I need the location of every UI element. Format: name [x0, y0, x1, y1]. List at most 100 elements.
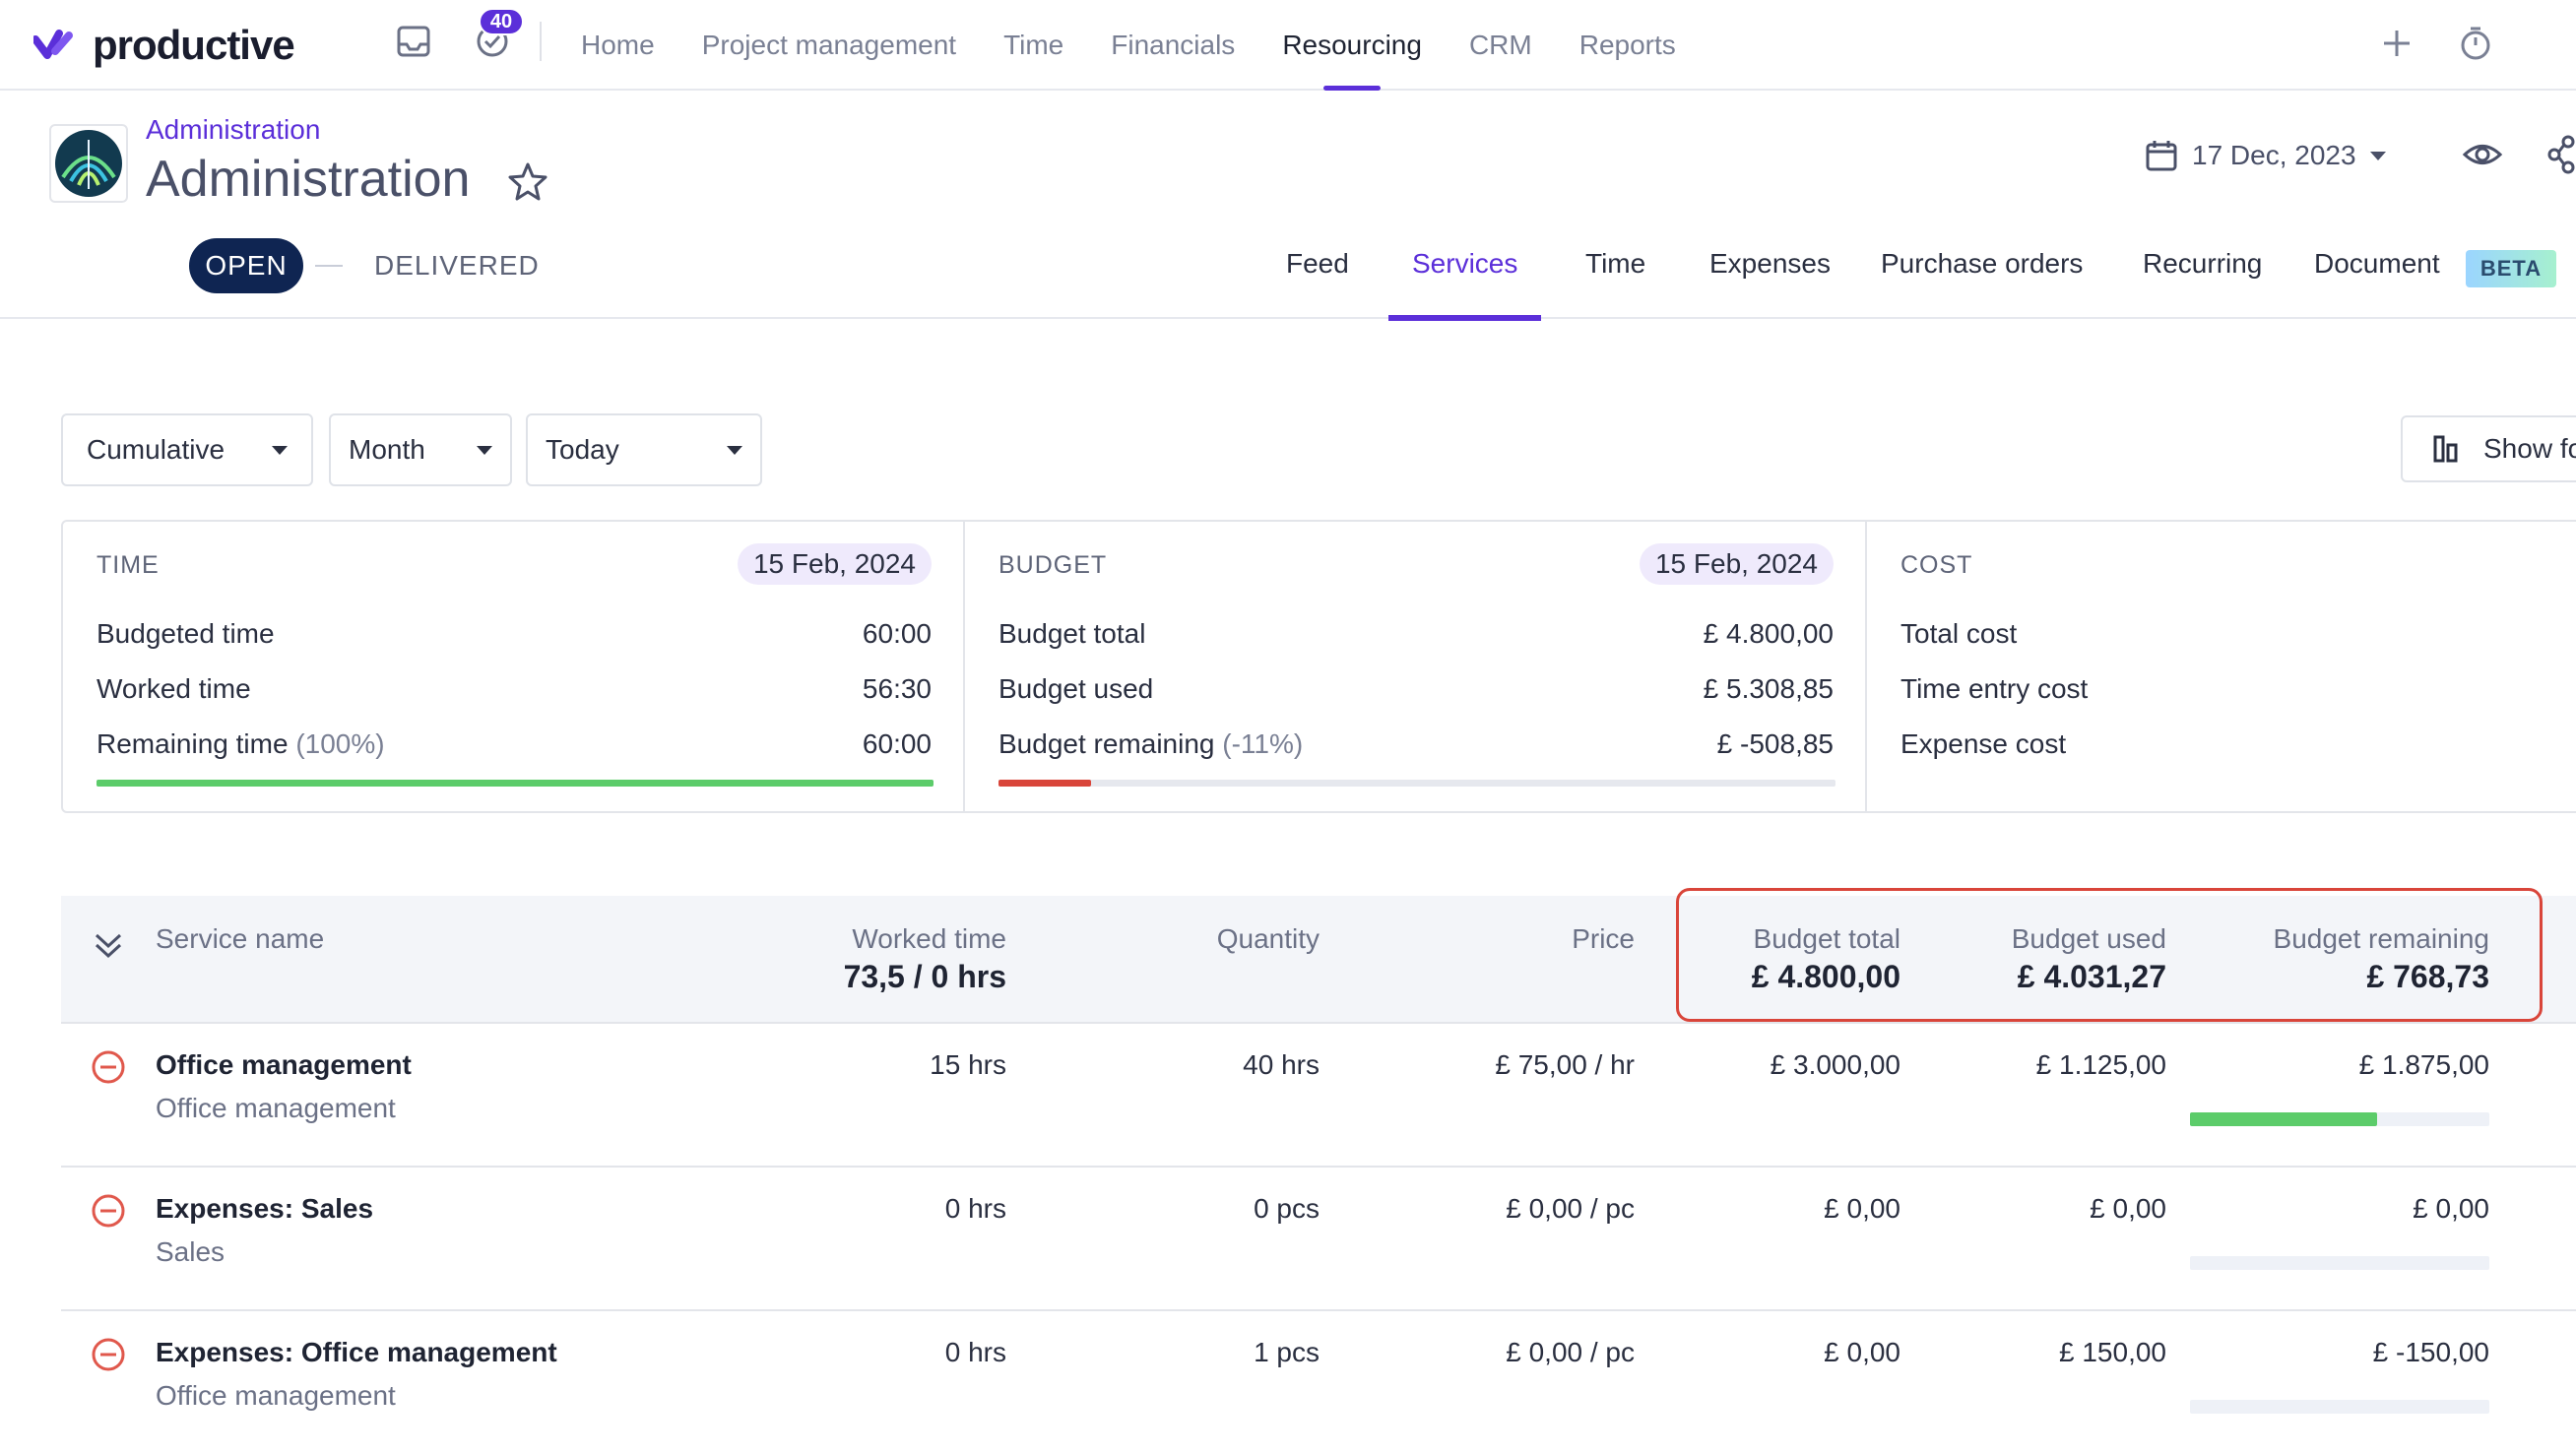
add-icon[interactable]: [2373, 20, 2420, 67]
show-forecast-button[interactable]: Show fo: [2401, 415, 2576, 482]
column-service-name[interactable]: Service name: [156, 923, 324, 955]
time-entry-cost-label: Time entry cost: [1900, 673, 2089, 704]
budget-total-cell: £ 0,00: [1824, 1337, 1900, 1367]
budget-progress-fill: [998, 780, 1091, 787]
budget-card-date[interactable]: 15 Feb, 2024: [1639, 543, 1834, 585]
nav-link-time[interactable]: Time: [1003, 0, 1063, 91]
remaining-time-percent: (100%): [295, 728, 385, 759]
date-dropdown-value: Today: [546, 434, 619, 465]
worked-time-cell: 15 hrs: [930, 1049, 1006, 1080]
period-dropdown-value: Month: [349, 434, 425, 465]
service-category: Sales: [156, 1236, 225, 1267]
share-icon[interactable]: [2546, 134, 2576, 177]
budget-remaining-cell: £ -150,00: [2372, 1337, 2489, 1367]
main-nav: Home Project management Time Financials …: [581, 0, 1723, 91]
quantity-cell: 40 hrs: [1243, 1049, 1320, 1080]
remaining-time-value: 60:00: [862, 728, 932, 759]
tab-feed[interactable]: Feed: [1286, 248, 1349, 319]
service-category: Office management: [156, 1093, 396, 1123]
nav-link-resourcing[interactable]: Resourcing: [1282, 0, 1422, 91]
budget-used-value: £ 5.308,85: [1703, 673, 1834, 704]
productive-logo[interactable]: productive: [33, 18, 295, 73]
remaining-time-label-text: Remaining time: [97, 728, 289, 759]
budget-columns-highlight: [1676, 888, 2543, 1022]
collapse-all-icon[interactable]: [91, 927, 126, 963]
tab-purchase-orders[interactable]: Purchase orders: [1881, 248, 2083, 319]
expense-cost-label: Expense cost: [1900, 728, 2067, 759]
service-name[interactable]: Office management: [156, 1049, 412, 1081]
date-dropdown[interactable]: Today: [526, 413, 762, 486]
tab-recurring[interactable]: Recurring: [2143, 248, 2262, 319]
remove-service-icon[interactable]: [91, 1049, 126, 1085]
project-avatar[interactable]: [49, 124, 128, 203]
table-row[interactable]: Expenses: Sales Sales 0 hrs 0 pcs £ 0,00…: [61, 1168, 2576, 1311]
cost-card: COST 15 Total cost Time entry cost Expen…: [1867, 522, 2576, 811]
price-cell: £ 75,00 / hr: [1495, 1049, 1635, 1080]
nav-link-home[interactable]: Home: [581, 0, 655, 91]
budget-remaining-bar: [2190, 1400, 2489, 1414]
tab-time[interactable]: Time: [1585, 248, 1645, 319]
eye-icon[interactable]: [2462, 134, 2507, 177]
price-cell: £ 0,00 / pc: [1506, 1193, 1635, 1224]
budget-remaining-value: £ -508,85: [1716, 728, 1834, 759]
nav-link-financials[interactable]: Financials: [1111, 0, 1235, 91]
column-quantity[interactable]: Quantity: [1217, 923, 1320, 955]
chevron-down-icon: [2369, 151, 2386, 160]
tab-document[interactable]: Document: [2314, 248, 2440, 319]
notifications-badge[interactable]: 40: [479, 8, 524, 35]
column-worked-time[interactable]: Worked time: [852, 923, 1006, 955]
brand-name: productive: [93, 22, 295, 68]
cost-card-title: COST: [1900, 551, 1973, 579]
budget-total-value: £ 4.800,00: [1703, 618, 1834, 649]
worked-time-cell: 0 hrs: [944, 1337, 1006, 1367]
cumulative-dropdown[interactable]: Cumulative: [61, 413, 313, 486]
table-row[interactable]: Expenses: Office management Office manag…: [61, 1311, 2576, 1453]
nav-link-project-management[interactable]: Project management: [702, 0, 956, 91]
budget-remaining-cell: £ 0,00: [2413, 1193, 2489, 1224]
remove-service-icon[interactable]: [91, 1337, 126, 1372]
chevron-down-icon: [727, 445, 742, 455]
inbox-icon[interactable]: [392, 20, 435, 63]
project-logo-icon: [55, 130, 122, 197]
time-card-title: TIME: [97, 551, 160, 579]
tab-services[interactable]: Services: [1387, 248, 1542, 321]
budget-progress-bar: [998, 780, 1835, 787]
chevron-down-icon: [477, 445, 492, 455]
columns-icon: [2433, 435, 2458, 463]
calendar-icon: [2146, 141, 2177, 171]
remove-service-icon[interactable]: [91, 1193, 126, 1229]
table-row[interactable]: Office management Office management 15 h…: [61, 1024, 2576, 1168]
nav-link-crm[interactable]: CRM: [1469, 0, 1532, 91]
period-dropdown[interactable]: Month: [329, 413, 512, 486]
beta-badge: BETA: [2466, 250, 2556, 287]
nav-divider: [540, 22, 542, 61]
nav-link-reports[interactable]: Reports: [1579, 0, 1676, 91]
budget-remaining-bar: [2190, 1112, 2489, 1126]
top-navigation: productive 40 Home Project management Ti…: [0, 0, 2576, 91]
show-forecast-label: Show fo: [2483, 433, 2576, 464]
quantity-cell: 0 pcs: [1254, 1193, 1320, 1224]
tab-expenses[interactable]: Expenses: [1709, 248, 1831, 319]
price-cell: £ 0,00 / pc: [1506, 1337, 1635, 1367]
time-card-date[interactable]: 15 Feb, 2024: [737, 543, 932, 585]
budget-total-cell: £ 3.000,00: [1770, 1049, 1900, 1080]
page-title: Administration: [146, 151, 471, 208]
chevron-down-icon: [272, 445, 288, 455]
stopwatch-icon[interactable]: [2452, 20, 2499, 67]
budget-remaining-bar-fill: [2190, 1112, 2377, 1126]
budget-remaining-label: Budget remaining (-11%): [998, 728, 1303, 760]
project-date-picker[interactable]: 17 Dec, 2023: [2145, 134, 2386, 177]
quantity-cell: 1 pcs: [1254, 1337, 1320, 1367]
favorite-star-icon[interactable]: [508, 161, 551, 205]
budget-card-title: BUDGET: [998, 551, 1108, 579]
cumulative-dropdown-value: Cumulative: [87, 434, 225, 465]
budget-used-cell: £ 1.125,00: [2035, 1049, 2166, 1080]
breadcrumb[interactable]: Administration: [146, 114, 320, 146]
column-price[interactable]: Price: [1572, 923, 1635, 955]
productive-logo-icon: [33, 30, 73, 59]
service-name[interactable]: Expenses: Office management: [156, 1337, 557, 1368]
budget-total-label: Budget total: [998, 618, 1146, 649]
service-name[interactable]: Expenses: Sales: [156, 1193, 373, 1225]
service-category: Office management: [156, 1380, 396, 1411]
project-date: 17 Dec, 2023: [2192, 140, 2356, 170]
